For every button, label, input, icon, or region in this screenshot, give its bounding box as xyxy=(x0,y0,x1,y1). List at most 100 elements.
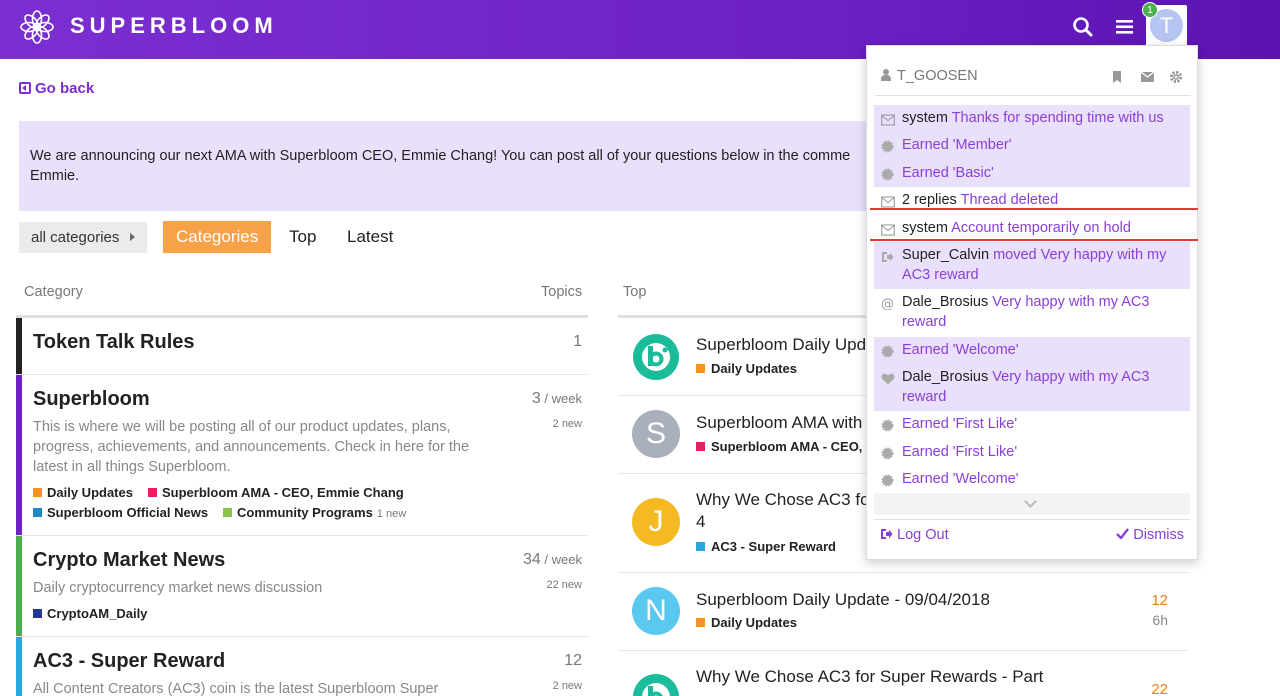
topic-title[interactable]: Why We Chose AC3 fo 4 xyxy=(696,489,870,533)
go-back-link[interactable]: Go back xyxy=(19,80,94,97)
category-row-ac3-super-reward[interactable]: AC3 - Super Reward All Content Creators … xyxy=(16,637,588,696)
category-color-bar xyxy=(16,318,22,374)
notification-item[interactable]: Earned 'Welcome' xyxy=(874,466,1190,493)
envelope-icon xyxy=(881,112,895,126)
category-name[interactable]: Superbloom xyxy=(33,388,150,411)
category-new-count[interactable]: 22 new xyxy=(547,579,582,591)
envelope-icon xyxy=(881,222,895,236)
subcategory-daily-updates[interactable]: Daily Updates xyxy=(33,485,133,500)
notification-text: Earned 'Welcome' xyxy=(902,342,1019,358)
highlight-underline xyxy=(870,239,1198,241)
brand-name[interactable]: SUPERBLOOM xyxy=(70,13,278,39)
notification-item[interactable]: system Thanks for spending time with us xyxy=(874,105,1190,132)
notification-text: Account temporarily on hold xyxy=(951,220,1131,236)
category-new-count[interactable]: 2 new xyxy=(553,418,582,430)
topic-title[interactable]: Superbloom Daily Update - 09/04/2018 xyxy=(696,589,990,611)
notification-item[interactable]: Dale_Brosius Very happy with my AC3 rewa… xyxy=(874,364,1190,411)
topic-age[interactable]: 6h xyxy=(1152,612,1168,628)
hamburger-menu-icon[interactable] xyxy=(1112,14,1138,40)
heart-icon xyxy=(881,371,895,385)
topic-row[interactable]: N Superbloom Daily Update - 09/04/2018 D… xyxy=(618,573,1188,651)
notification-item[interactable]: Earned 'Welcome' xyxy=(874,337,1190,364)
tab-categories[interactable]: Categories xyxy=(163,221,272,253)
category-dropdown-value: all categories xyxy=(31,229,120,246)
badge-icon xyxy=(881,418,895,432)
notification-actor: system xyxy=(902,110,948,126)
badge-icon xyxy=(881,446,895,460)
category-name[interactable]: Token Talk Rules xyxy=(33,331,195,354)
topic-category[interactable]: AC3 - Super Reward xyxy=(696,539,836,554)
category-dropdown[interactable]: all categories xyxy=(19,222,147,253)
column-header-topics[interactable]: Topics xyxy=(541,284,582,300)
tab-top[interactable]: Top xyxy=(276,221,329,253)
category-new-count[interactable]: 2 new xyxy=(553,680,582,692)
bi-logo-icon xyxy=(633,334,679,380)
column-header-category[interactable]: Category xyxy=(24,284,83,300)
notification-item[interactable]: 2 replies Thread deleted xyxy=(874,187,1190,215)
avatar[interactable]: N xyxy=(632,587,680,635)
badge-icon xyxy=(881,139,895,153)
topic-reply-count[interactable]: 12 xyxy=(1151,592,1168,609)
moved-icon xyxy=(881,249,895,262)
notification-text: Earned 'Member' xyxy=(902,137,1012,153)
subcategory-community-programs[interactable]: Community Programs 1 new xyxy=(223,505,406,520)
notification-item[interactable]: Earned 'Member' xyxy=(874,132,1190,160)
category-name[interactable]: Crypto Market News xyxy=(33,549,225,572)
category-description: Daily cryptocurrency market news discuss… xyxy=(33,580,323,596)
notification-item[interactable]: @ Dale_Brosius Very happy with my AC3 rew… xyxy=(874,289,1190,336)
envelope-icon xyxy=(881,194,895,208)
notification-item[interactable]: Earned 'Basic' xyxy=(874,160,1190,187)
user-icon xyxy=(881,69,891,81)
category-row-token-talk-rules[interactable]: Token Talk Rules 1 xyxy=(16,318,588,375)
category-name[interactable]: AC3 - Super Reward xyxy=(33,650,225,673)
search-icon[interactable] xyxy=(1070,14,1096,40)
notification-text: Earned 'Basic' xyxy=(902,165,994,181)
subcategory-official-news[interactable]: Superbloom Official News xyxy=(33,505,208,520)
topic-category[interactable]: Daily Updates xyxy=(696,615,797,630)
notification-text: Thanks for spending time with us xyxy=(951,110,1164,126)
avatar[interactable]: J xyxy=(632,498,680,546)
category-color-bar xyxy=(16,637,22,696)
notification-item[interactable]: Earned 'First Like' xyxy=(874,411,1190,439)
badge-icon xyxy=(881,344,895,358)
subcategory-superbloom-ama[interactable]: Superbloom AMA - CEO, Emmie Chang xyxy=(148,485,404,500)
gear-icon[interactable] xyxy=(1169,70,1183,84)
notification-actor: Dale_Brosius xyxy=(902,369,989,385)
notification-item[interactable]: Super_Calvin moved Very happy with my AC… xyxy=(874,242,1190,289)
notification-item[interactable]: Earned 'First Like' xyxy=(874,439,1190,466)
topic-category[interactable]: Daily Updates xyxy=(696,361,797,376)
topic-row[interactable]: Why We Chose AC3 for Super Rewards - Par… xyxy=(618,651,1188,696)
avatar[interactable] xyxy=(632,333,680,381)
bookmark-icon[interactable] xyxy=(1110,70,1124,84)
avatar[interactable]: S xyxy=(632,410,680,458)
notification-actor: Dale_Brosius xyxy=(902,294,989,310)
superbloom-logo-icon[interactable] xyxy=(18,8,56,46)
banner-text: We are announcing our next AMA with Supe… xyxy=(30,148,851,184)
category-topic-count: 3 / week xyxy=(531,390,582,407)
subcategory-cryptoam-daily[interactable]: CryptoAM_Daily xyxy=(33,606,147,621)
column-header-top[interactable]: Top xyxy=(623,284,646,300)
notification-count-badge: 1 xyxy=(1142,2,1158,18)
topic-title[interactable]: Superbloom AMA with xyxy=(696,412,862,434)
category-row-crypto-market-news[interactable]: Crypto Market News Daily cryptocurrency … xyxy=(16,536,588,637)
category-topic-count: 34 / week xyxy=(523,551,582,568)
avatar[interactable] xyxy=(632,673,680,696)
topic-reply-count[interactable]: 22 xyxy=(1151,681,1168,696)
go-back-label: Go back xyxy=(35,80,95,97)
topic-title[interactable]: Superbloom Daily Upd xyxy=(696,334,866,356)
notification-item[interactable]: system Account temporarily on hold xyxy=(874,215,1190,242)
topic-category[interactable]: Superbloom AMA - CEO, xyxy=(696,439,862,454)
notification-actor: system xyxy=(902,220,948,236)
category-topic-count: 12 xyxy=(564,652,582,669)
messages-icon[interactable] xyxy=(1140,70,1154,84)
svg-text:@: @ xyxy=(881,297,894,310)
at-icon: @ xyxy=(881,296,895,312)
category-row-superbloom[interactable]: Superbloom This is where we will be post… xyxy=(16,375,588,536)
username-link[interactable]: T_GOOSEN xyxy=(881,68,978,84)
category-color-bar xyxy=(16,375,22,535)
topic-title[interactable]: Why We Chose AC3 for Super Rewards - Par… xyxy=(696,666,1043,688)
category-color-bar xyxy=(16,536,22,636)
tab-latest[interactable]: Latest xyxy=(334,221,406,253)
notification-actor: 2 replies xyxy=(902,192,957,208)
category-description: All Content Creators (AC3) coin is the l… xyxy=(33,681,439,696)
